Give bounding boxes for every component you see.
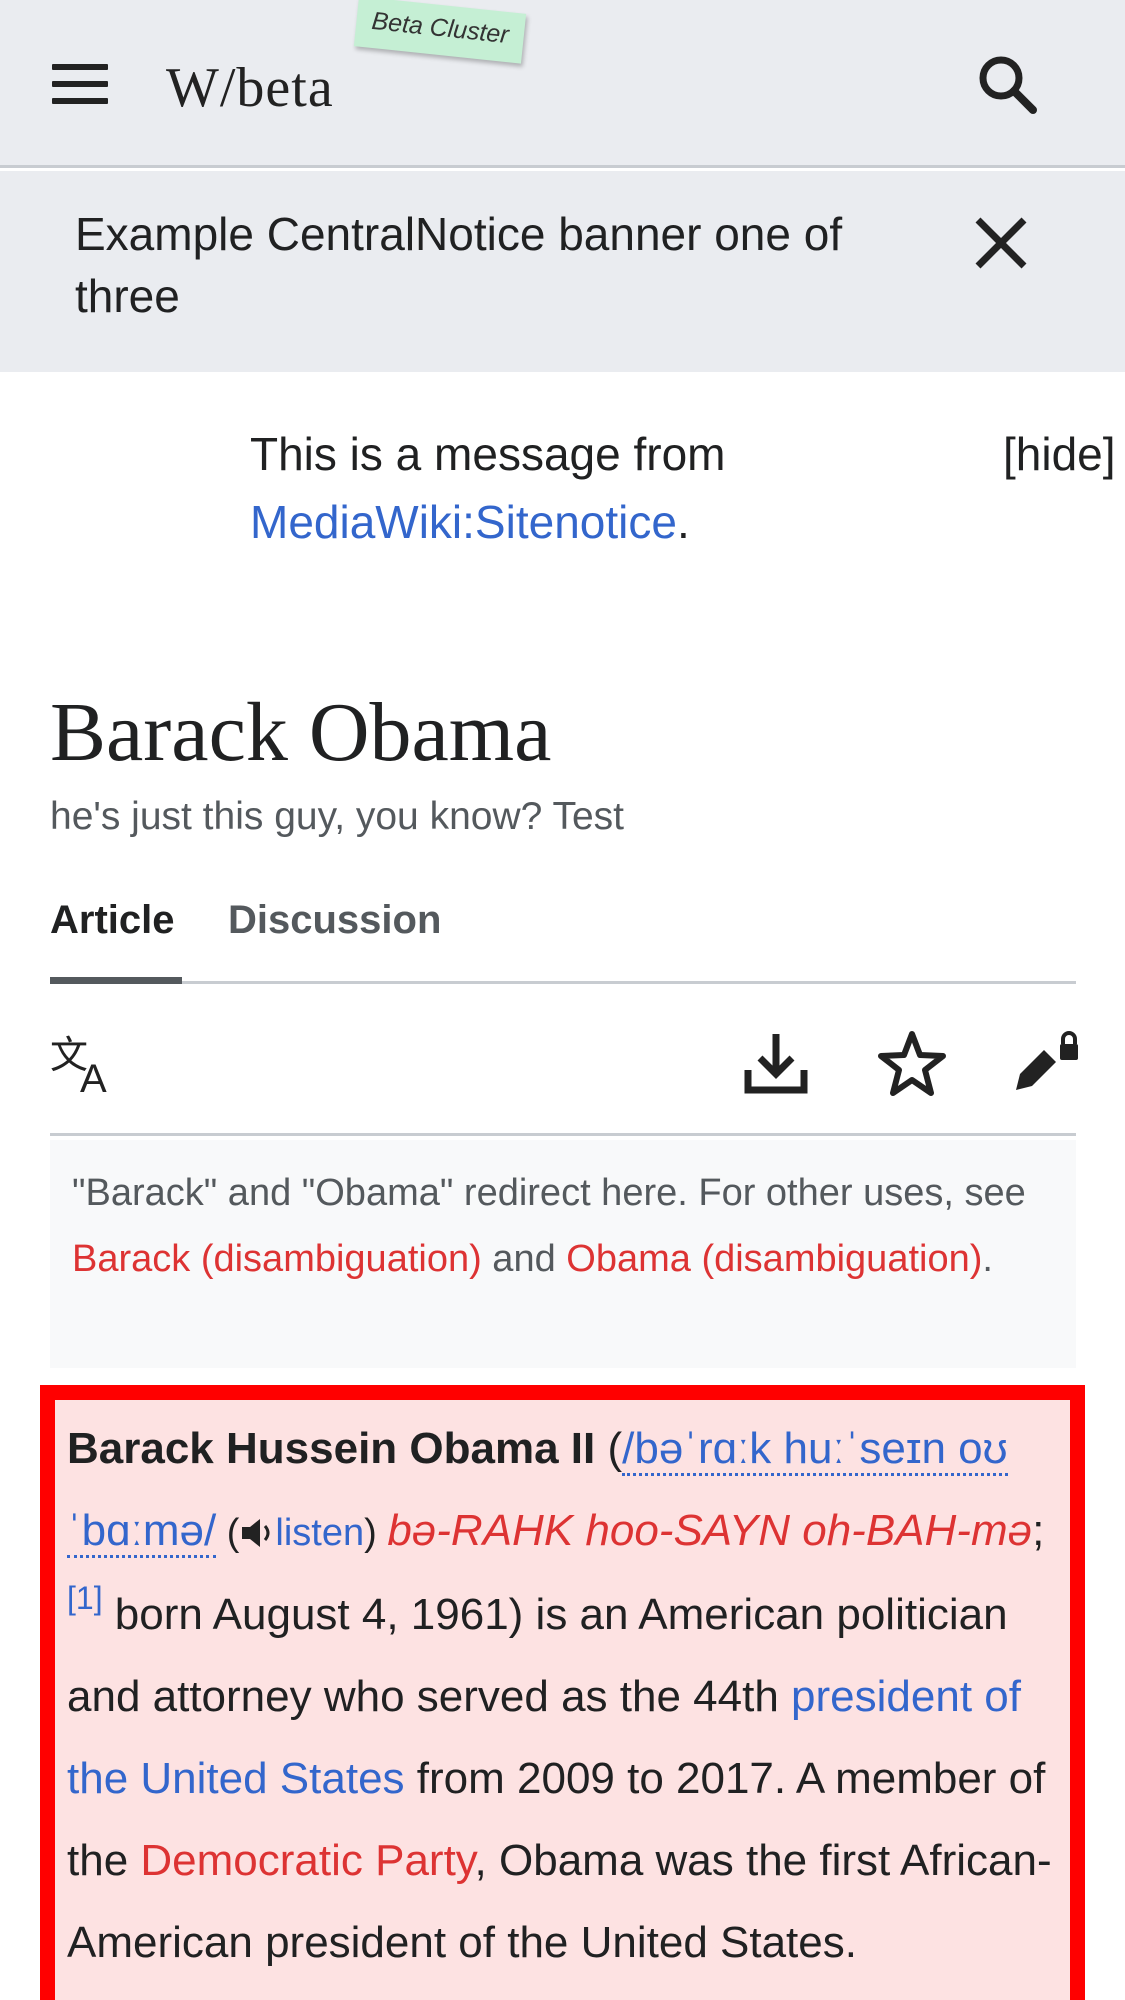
centralnotice-banner: Example CentralNotice banner one of thre… bbox=[0, 171, 1125, 372]
listen-paren-close: ) bbox=[364, 1512, 388, 1554]
page-tagline: he's just this guy, you know? Test bbox=[50, 795, 624, 838]
highlighted-lead-paragraph: Barack Hussein Obama II (/bəˈrɑːk huːˈse… bbox=[40, 1385, 1085, 2000]
banner-text: Example CentralNotice banner one of thre… bbox=[75, 208, 843, 322]
page-title: Barack Obama bbox=[50, 686, 552, 779]
watch-star-icon[interactable] bbox=[876, 1028, 948, 1100]
edit-locked-icon[interactable] bbox=[1010, 1028, 1082, 1100]
listen-link[interactable]: listen bbox=[275, 1512, 364, 1554]
tab-article[interactable]: Article bbox=[50, 898, 175, 984]
paren-open: ( bbox=[595, 1424, 623, 1473]
menu-icon[interactable] bbox=[50, 60, 110, 108]
download-icon[interactable] bbox=[740, 1028, 812, 1100]
sitenotice: This is a message from MediaWiki:Sitenot… bbox=[250, 420, 1010, 556]
site-logo[interactable]: W/beta bbox=[166, 56, 334, 120]
semicolon: ; bbox=[1032, 1506, 1045, 1555]
beta-cluster-tag: Beta Cluster bbox=[353, 0, 527, 64]
tab-discussion[interactable]: Discussion bbox=[228, 898, 441, 984]
obama-disambiguation-link[interactable]: Obama (disambiguation) bbox=[566, 1238, 982, 1280]
hatnote: "Barack" and "Obama" redirect here. For … bbox=[50, 1140, 1076, 1368]
reference-1-link[interactable]: [1] bbox=[67, 1580, 103, 1616]
barack-disambiguation-link[interactable]: Barack (disambiguation) bbox=[72, 1238, 482, 1280]
top-header: W/beta Beta Cluster bbox=[0, 0, 1125, 168]
namespace-tabs: Article Discussion bbox=[50, 880, 1076, 984]
pronunciation-respelling-link[interactable]: bə-RAHK hoo-SAYN oh-BAH-mə bbox=[387, 1506, 1032, 1555]
language-icon[interactable]: 文 A bbox=[50, 1028, 122, 1101]
sitenotice-link[interactable]: MediaWiki:Sitenotice bbox=[250, 496, 677, 548]
hatnote-and: and bbox=[481, 1238, 567, 1280]
sitenotice-prefix: This is a message from bbox=[250, 428, 726, 480]
listen-paren-open: ( bbox=[216, 1512, 240, 1554]
hatnote-period: . bbox=[982, 1238, 993, 1280]
hide-sitenotice-link[interactable]: [hide] bbox=[1003, 420, 1116, 488]
search-icon[interactable] bbox=[975, 52, 1039, 116]
subject-name: Barack Hussein Obama II bbox=[67, 1424, 596, 1473]
sitenotice-suffix: . bbox=[676, 496, 690, 548]
hatnote-text: "Barack" and "Obama" redirect here. For … bbox=[72, 1172, 1026, 1214]
close-icon[interactable] bbox=[968, 210, 1034, 276]
svg-text:A: A bbox=[80, 1057, 107, 1100]
page-actions: 文 A bbox=[50, 1000, 1078, 1136]
active-tab-indicator bbox=[50, 977, 182, 984]
lead-paragraph: Barack Hussein Obama II (/bəˈrɑːk huːˈse… bbox=[67, 1408, 1070, 1984]
speaker-icon[interactable] bbox=[239, 1512, 275, 1554]
democratic-party-link[interactable]: Democratic Party bbox=[140, 1836, 474, 1885]
